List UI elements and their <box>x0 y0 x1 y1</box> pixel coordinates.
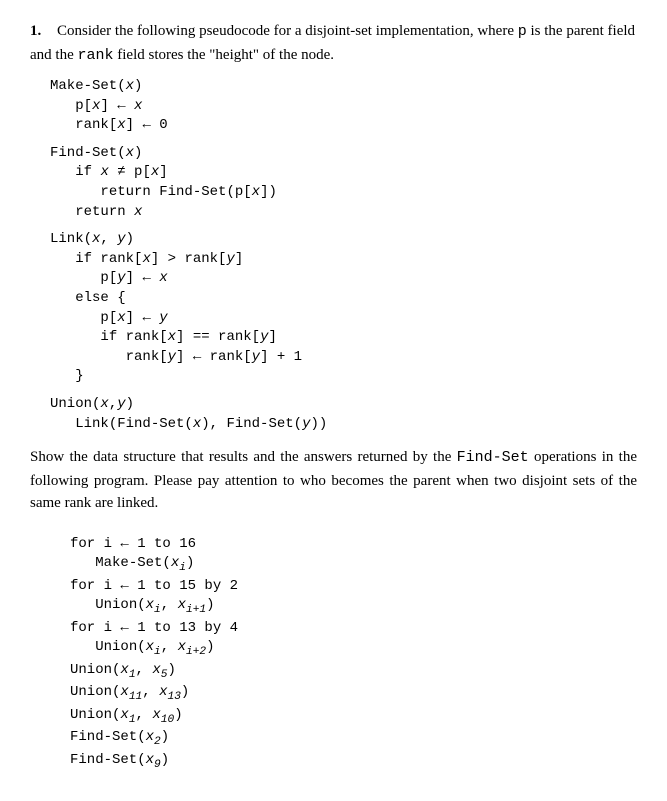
mid-paragraph: Show the data structure that results and… <box>30 446 637 515</box>
union-name: Union <box>50 396 92 412</box>
intro-p: p <box>518 23 527 40</box>
makeset-code: Make-Set(x) p[x] ← x rank[x] ← 0 <box>50 77 637 136</box>
link-code: Link(x, y) if rank[x] > rank[y] p[y] ← x… <box>50 230 637 387</box>
intro-text-3: field stores the "height" of the node. <box>114 47 335 63</box>
makeset-name: Make-Set <box>50 78 117 94</box>
intro-rank: rank <box>77 47 113 64</box>
link-name: Link <box>50 231 84 247</box>
findset-code: Find-Set(x) if x ≠ p[x] return Find-Set(… <box>50 144 637 222</box>
intro-text-1: Consider the following pseudocode for a … <box>57 23 518 39</box>
findset-name: Find-Set <box>50 145 117 161</box>
question-intro: 1. Consider the following pseudocode for… <box>30 20 637 67</box>
findset-ref: Find-Set <box>457 449 529 466</box>
question-number: 1. <box>30 23 41 39</box>
program-code: for i ← 1 to 16 Make-Set(xi) for i ← 1 t… <box>70 535 637 774</box>
union-code: Union(x,y) Link(Find-Set(x), Find-Set(y)… <box>50 395 637 434</box>
